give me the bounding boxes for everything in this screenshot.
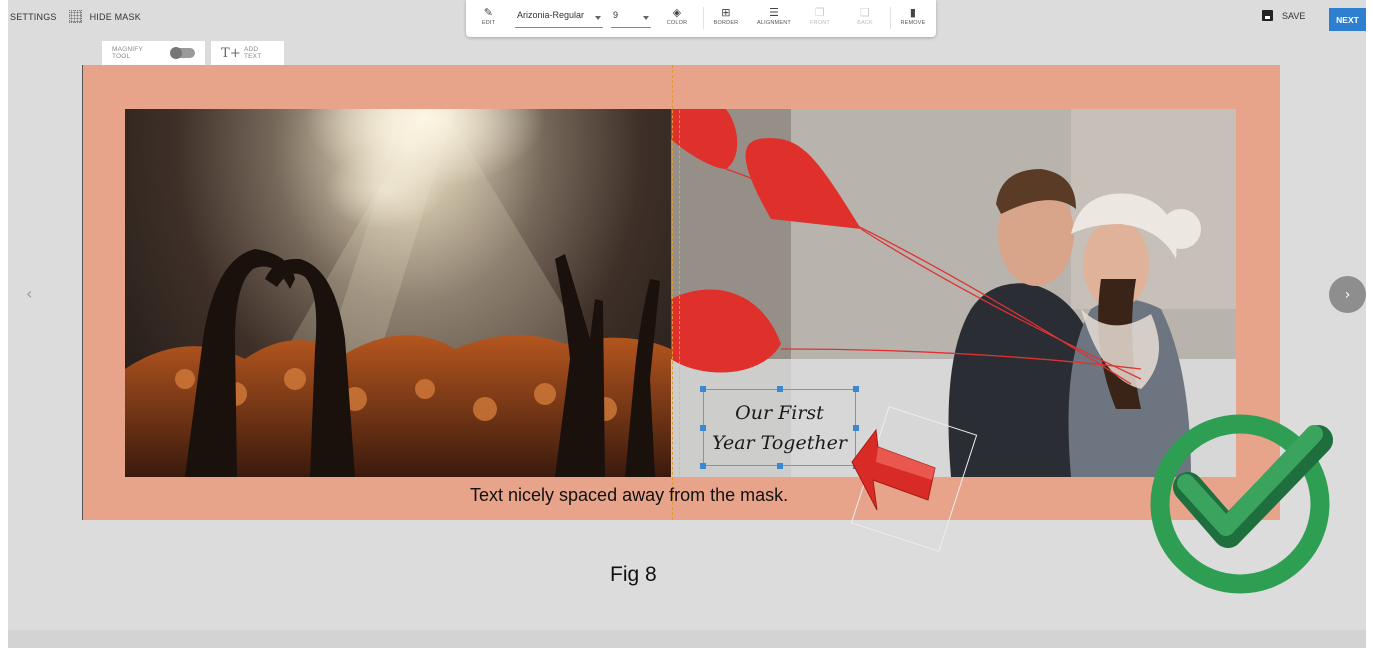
annotation-overlay — [850, 406, 1333, 594]
red-pointer-arrow-icon — [850, 406, 978, 552]
caption-text: Text nicely spaced away from the mask. — [470, 485, 789, 505]
figure-label: Fig 8 — [610, 563, 657, 586]
green-checkmark-icon — [1150, 414, 1333, 594]
